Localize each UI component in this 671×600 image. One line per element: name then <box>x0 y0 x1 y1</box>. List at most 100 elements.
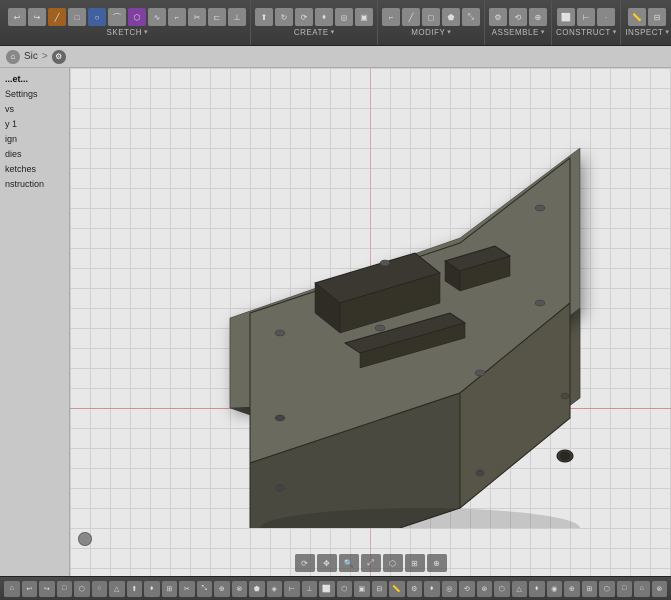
bottom-icon-29[interactable]: ⬡ <box>494 581 510 597</box>
polygon-tool[interactable]: ⬡ <box>128 8 146 26</box>
bottom-icon-6[interactable]: ○ <box>92 581 108 597</box>
bottom-icon-1[interactable]: ⌂ <box>4 581 20 597</box>
spline-tool[interactable]: ∿ <box>148 8 166 26</box>
bottom-icon-8[interactable]: ⬆ <box>127 581 143 597</box>
construct-caret: ▾ <box>613 28 617 36</box>
bottom-icon-9[interactable]: ⬧ <box>144 581 160 597</box>
construct-label-row[interactable]: CONSTRUCT ▾ <box>556 26 616 37</box>
modify-label-row[interactable]: MODIFY ▾ <box>411 26 451 37</box>
contact-tool[interactable]: ⊕ <box>529 8 547 26</box>
bottom-icon-5[interactable]: ⬡ <box>74 581 90 597</box>
line-tool[interactable]: ╱ <box>48 8 66 26</box>
bottom-icon-4[interactable]: □ <box>57 581 73 597</box>
hole-tool[interactable]: ◎ <box>335 8 353 26</box>
bottom-icon-17[interactable]: ⊢ <box>284 581 300 597</box>
bottom-icon-13[interactable]: ⊕ <box>214 581 230 597</box>
arc-tool[interactable]: ⌒ <box>108 8 126 26</box>
bottom-icon-15[interactable]: ⬟ <box>249 581 265 597</box>
fit-button[interactable]: ⤢ <box>361 554 381 572</box>
bottom-icon-3[interactable]: ↪ <box>39 581 55 597</box>
bottom-icon-35[interactable]: ⬡ <box>599 581 615 597</box>
screw-center <box>375 325 385 331</box>
bottom-icon-37[interactable]: ⌂ <box>634 581 650 597</box>
measure-tool[interactable]: 📏 <box>628 8 646 26</box>
left-panel-construction[interactable]: nstruction <box>2 177 67 191</box>
offset-tool[interactable]: ⊏ <box>208 8 226 26</box>
rect-tool[interactable]: □ <box>68 8 86 26</box>
bottom-icon-19[interactable]: ⬜ <box>319 581 335 597</box>
nav-cube[interactable] <box>78 532 92 546</box>
bottom-icon-33[interactable]: ⊕ <box>564 581 580 597</box>
breadcrumb-home-icon[interactable]: ⌂ <box>6 50 20 64</box>
plane-tool[interactable]: ⬜ <box>557 8 575 26</box>
left-panel-settings[interactable]: Settings <box>2 87 67 101</box>
assemble-label-row[interactable]: ASSEMBLE ▾ <box>492 26 545 37</box>
bottom-icon-10[interactable]: ⊞ <box>162 581 178 597</box>
trim-tool[interactable]: ✂ <box>188 8 206 26</box>
bottom-icon-28[interactable]: ⊛ <box>477 581 493 597</box>
left-panel-sketches[interactable]: ketches <box>2 162 67 176</box>
breadcrumb-sic[interactable]: Sic <box>24 51 38 62</box>
loft-tool[interactable]: ⬧ <box>315 8 333 26</box>
bottom-icon-32[interactable]: ◉ <box>547 581 563 597</box>
grid-button[interactable]: ⊞ <box>405 554 425 572</box>
bottom-icon-36[interactable]: □ <box>617 581 633 597</box>
inspect-caret: ▾ <box>665 28 669 36</box>
bottom-icon-34[interactable]: ⊞ <box>582 581 598 597</box>
bottom-icon-21[interactable]: ▣ <box>354 581 370 597</box>
revolve-tool[interactable]: ↻ <box>275 8 293 26</box>
bottom-icon-2[interactable]: ↩ <box>22 581 38 597</box>
viewport[interactable]: ⟳ ✥ 🔍 ⤢ ⬡ ⊞ ⊕ <box>70 68 671 576</box>
bottom-icon-38[interactable]: ⊗ <box>652 581 668 597</box>
modify-icons: ⌐ ╱ ◻ ⬟ ⤡ <box>382 8 480 26</box>
snap-button[interactable]: ⊕ <box>427 554 447 572</box>
point-tool[interactable]: · <box>597 8 615 26</box>
axis-tool[interactable]: ⊢ <box>577 8 595 26</box>
bottom-icon-22[interactable]: ⊟ <box>372 581 388 597</box>
bottom-icon-26[interactable]: ◎ <box>442 581 458 597</box>
create-label-row[interactable]: CREATE ▾ <box>294 26 334 37</box>
motion-tool[interactable]: ⟲ <box>509 8 527 26</box>
modify-chamfer[interactable]: ╱ <box>402 8 420 26</box>
circle-tool[interactable]: ○ <box>88 8 106 26</box>
modify-scale[interactable]: ⤡ <box>462 8 480 26</box>
bottom-icon-12[interactable]: ⤡ <box>197 581 213 597</box>
fillet-tool[interactable]: ⌐ <box>168 8 186 26</box>
joint-tool[interactable]: ⚙ <box>489 8 507 26</box>
bottom-icon-23[interactable]: 📏 <box>389 581 405 597</box>
bottom-icon-18[interactable]: ⊥ <box>302 581 318 597</box>
perspective-button[interactable]: ⬡ <box>383 554 403 572</box>
zoom-button[interactable]: 🔍 <box>339 554 359 572</box>
bottom-icon-31[interactable]: ⬧ <box>529 581 545 597</box>
breadcrumb-settings-icon[interactable]: ⚙ <box>52 50 66 64</box>
left-panel-vs[interactable]: vs <box>2 102 67 116</box>
left-panel-dies[interactable]: dies <box>2 147 67 161</box>
construct-label: CONSTRUCT <box>556 28 611 37</box>
box-tool[interactable]: ▣ <box>355 8 373 26</box>
sweep-tool[interactable]: ⟳ <box>295 8 313 26</box>
redo-button[interactable]: ↪ <box>28 8 46 26</box>
bottom-icon-7[interactable]: △ <box>109 581 125 597</box>
pan-button[interactable]: ✥ <box>317 554 337 572</box>
bottom-icon-25[interactable]: ⬧ <box>424 581 440 597</box>
left-panel-ign[interactable]: ign <box>2 132 67 146</box>
project-tool[interactable]: ⊥ <box>228 8 246 26</box>
modify-draft[interactable]: ⬟ <box>442 8 460 26</box>
bottom-icon-30[interactable]: △ <box>512 581 528 597</box>
bottom-icon-14[interactable]: ⊗ <box>232 581 248 597</box>
sketch-section: ↩ ↪ ╱ □ ○ ⌒ ⬡ ∿ ⌐ ✂ ⊏ ⊥ SKETCH ▾ <box>4 1 251 45</box>
section-tool[interactable]: ⊟ <box>648 8 666 26</box>
left-panel-y1[interactable]: y 1 <box>2 117 67 131</box>
orbit-button[interactable]: ⟳ <box>295 554 315 572</box>
bottom-icon-24[interactable]: ⚙ <box>407 581 423 597</box>
bottom-icon-27[interactable]: ⟲ <box>459 581 475 597</box>
bottom-icon-16[interactable]: ◈ <box>267 581 283 597</box>
modify-fillet[interactable]: ⌐ <box>382 8 400 26</box>
inspect-label-row[interactable]: INSPECT ▾ <box>625 26 669 37</box>
sketch-label-row[interactable]: SKETCH ▾ <box>107 26 148 37</box>
extrude-tool[interactable]: ⬆ <box>255 8 273 26</box>
modify-shell[interactable]: ◻ <box>422 8 440 26</box>
bottom-icon-11[interactable]: ✂ <box>179 581 195 597</box>
undo-button[interactable]: ↩ <box>8 8 26 26</box>
bottom-icon-20[interactable]: ⬡ <box>337 581 353 597</box>
